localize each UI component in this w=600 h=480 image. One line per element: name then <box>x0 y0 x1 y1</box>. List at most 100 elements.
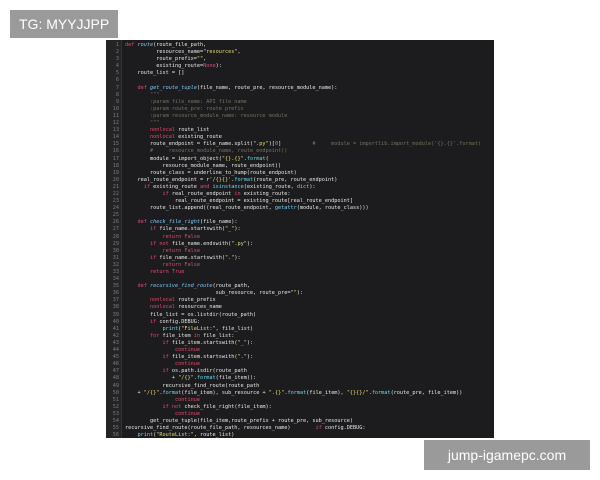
line-number: 47 <box>112 368 119 375</box>
code-line: 26 def check_file_right(file_name): <box>106 219 494 226</box>
line-number: 11 <box>112 112 119 119</box>
code-line: 2 resources_name="resources", <box>106 49 494 56</box>
code-line: 42 for file_item in file_list: <box>106 333 494 340</box>
code-text: continue <box>174 396 200 403</box>
code-line: 46 continue <box>106 361 494 368</box>
code-line: 49 recursive_find_route(route_path <box>106 383 494 390</box>
line-number: 41 <box>112 325 119 332</box>
line-number: 4 <box>115 63 119 70</box>
line-number: 5 <box>115 70 119 77</box>
code-text: if existing_route and isinstance(existin… <box>143 183 316 190</box>
watermark-tag: TG: MYYJJPP <box>10 10 119 38</box>
code-line: 15 route_endpoint = file_name.split(".py… <box>106 141 494 148</box>
line-number: 7 <box>115 84 119 91</box>
code-text: if file_name.startswith("."): <box>150 254 241 261</box>
code-line: 30 return False <box>106 248 494 255</box>
line-number: 21 <box>112 183 119 190</box>
code-line: 36 sub_resource, route_pre=""): <box>106 290 494 297</box>
code-text: if file_item.startswith("."): <box>162 354 254 361</box>
code-line: 17 module = import_object("{}.{}".format… <box>106 156 494 163</box>
code-text: + "/{}".format(file_item)): <box>125 375 257 382</box>
code-text: continue <box>174 347 200 354</box>
code-line: 18 resource_module_name, route_endpoint)… <box>106 163 494 170</box>
line-number: 49 <box>112 382 119 389</box>
code-editor: 1 def route(route_file_path, 2 resources_n… <box>106 40 494 438</box>
code-line: 19 route_class = underline_to_hump(route… <box>106 170 494 177</box>
code-line: 21 if existing_route and isinstance(exis… <box>106 184 494 191</box>
code-line: 12 """ <box>106 120 494 127</box>
line-number: 18 <box>112 162 119 169</box>
code-text: if not check_file_right(file_item): <box>162 403 272 410</box>
code-line: 55 recursive_find_route(route_file_path, … <box>106 425 494 432</box>
line-number: 25 <box>112 212 119 219</box>
line-number: 37 <box>112 297 119 304</box>
code-text: nonlocal route_prefix <box>150 297 216 304</box>
code-text: :param file_name: API file name <box>125 98 247 105</box>
code-text: route_class = underline_to_hump(route_en… <box>125 169 297 176</box>
line-number: 9 <box>115 98 119 105</box>
code-line: 34 <box>106 276 494 283</box>
watermark-url: jump-igamepc.com <box>424 440 590 470</box>
code-line: 45 if file_item.startswith("."): <box>106 354 494 361</box>
code-line: 1 def route(route_file_path, <box>106 42 494 49</box>
line-number: 44 <box>112 347 119 354</box>
code-line: 7 def get_route_tuple(file_name, route_p… <box>106 85 494 92</box>
code-text: nonlocal existing_route <box>150 134 222 141</box>
code-line: 32 return False <box>106 262 494 269</box>
code-text: """ <box>125 120 160 127</box>
line-number: 56 <box>112 432 119 438</box>
line-number: 8 <box>115 91 119 98</box>
code-text: file_list = os.listdir(route_path) <box>125 311 257 318</box>
code-line: 24 route_list.append((real_route_endpoin… <box>106 205 494 212</box>
line-number: 31 <box>112 254 119 261</box>
code-text: if real_route_endpoint in existing_route… <box>162 190 291 197</box>
code-text: real_route_endpoint = r'/{}{}'.format(ro… <box>125 176 338 183</box>
code-line: 37 nonlocal route_prefix <box>106 297 494 304</box>
code-text: def route(route_file_path, <box>125 42 207 48</box>
code-line: 6 <box>106 77 494 84</box>
code-line: 25 <box>106 212 494 219</box>
code-text: recursive_find_route(route_file_path, re… <box>125 425 366 432</box>
line-number: 22 <box>112 190 119 197</box>
code-line: 31 if file_name.startswith("."): <box>106 255 494 262</box>
code-text: return True <box>150 269 185 275</box>
line-number: 38 <box>112 304 119 311</box>
code-text: continue <box>174 410 200 417</box>
line-number: 24 <box>112 205 119 212</box>
line-number: 26 <box>112 219 119 226</box>
code-line: 5 route_list = [] <box>106 70 494 77</box>
line-number: 12 <box>112 120 119 127</box>
line-number: 51 <box>112 396 119 403</box>
line-number: 46 <box>112 361 119 368</box>
code-content: 1 def route(route_file_path, 2 resources_n… <box>106 42 494 438</box>
line-number: 10 <box>112 105 119 112</box>
code-line: 40 if config.DEBUG: <box>106 319 494 326</box>
line-number: 45 <box>112 354 119 361</box>
code-text: if os.path.isdir(route_path <box>162 368 247 375</box>
code-line: 27 if file_name.startswith("_"): <box>106 226 494 233</box>
code-text: print("FileList:", file_list) <box>162 325 254 332</box>
code-text: get_route_tuple(file_item,route_prefix +… <box>125 417 353 424</box>
code-text: route_list.append((real_route_endpoint, … <box>125 205 369 212</box>
code-line: 33 return True <box>106 269 494 276</box>
code-line: 4 existing_route=None): <box>106 63 494 70</box>
line-number: 42 <box>112 332 119 339</box>
line-number: 40 <box>112 318 119 325</box>
code-text: sub_resource, route_pre=""): <box>125 290 304 297</box>
line-number: 6 <box>115 77 119 84</box>
code-line: 9 :param file_name: API file name <box>106 99 494 106</box>
line-number: 19 <box>112 169 119 176</box>
code-text: continue <box>174 361 200 368</box>
line-number: 36 <box>112 290 119 297</box>
code-text: if file_name.startswith("_"): <box>150 226 241 233</box>
code-line: 28 return False <box>106 234 494 241</box>
code-line: 16 # resource_module_name, route_endpoin… <box>106 148 494 155</box>
code-text: recursive_find_route(route_path <box>125 382 260 389</box>
code-text: module = import_object("{}.{}".format( <box>125 155 269 162</box>
code-text: return False <box>162 233 200 240</box>
code-text: if not file_name.endswith(".py"): <box>150 240 254 247</box>
code-text: return False <box>162 261 200 268</box>
line-number: 2 <box>115 49 119 56</box>
code-text: route_endpoint = file_name.split(".py")[… <box>125 141 482 148</box>
line-number: 13 <box>112 127 119 134</box>
